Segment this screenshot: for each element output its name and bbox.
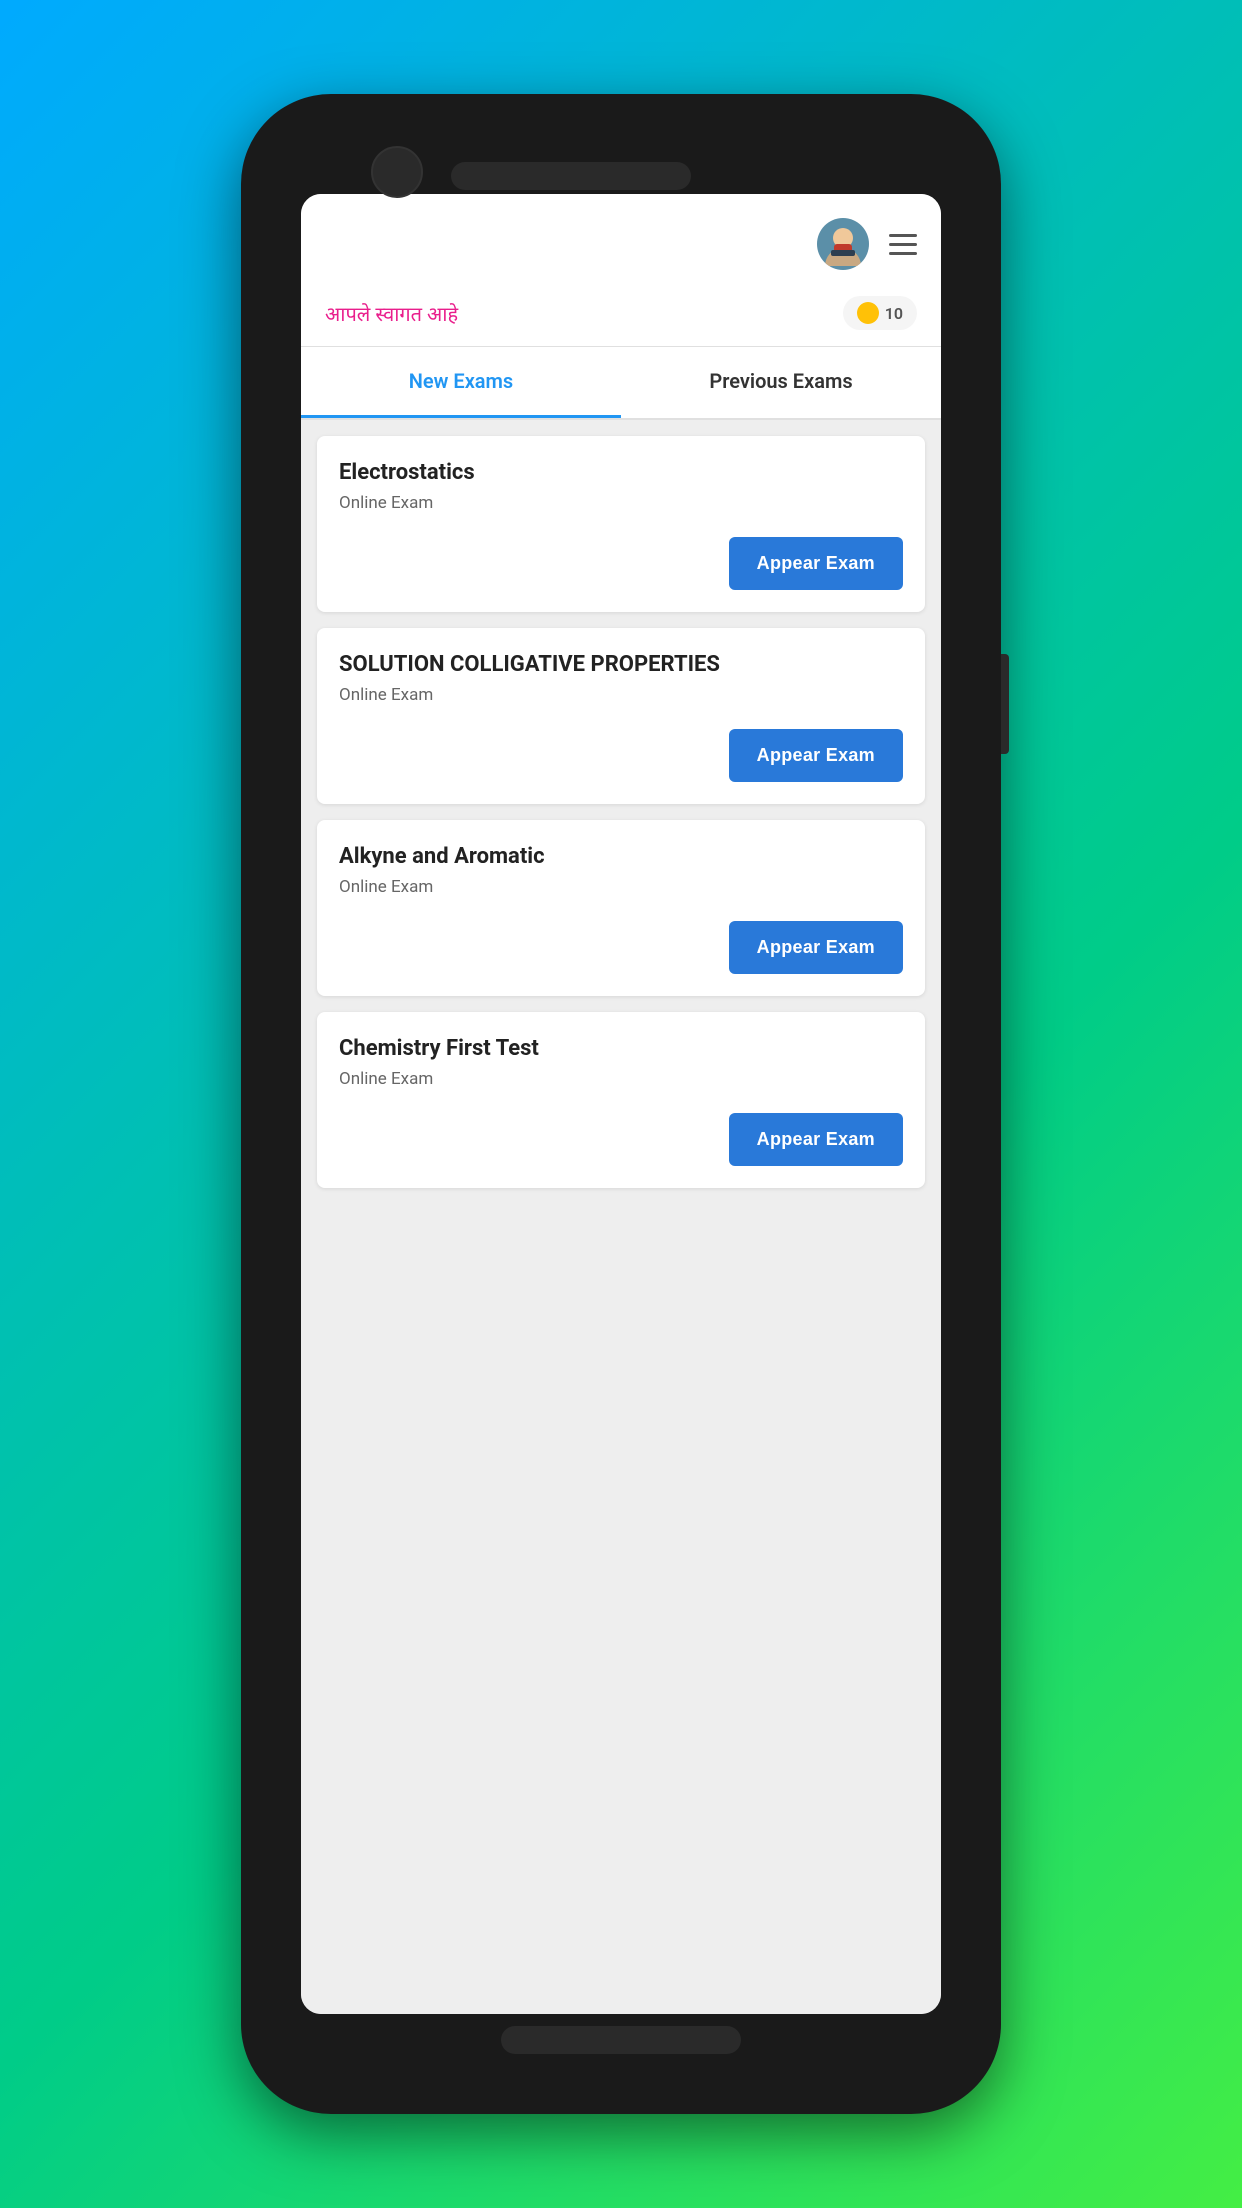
welcome-bar: आपले स्वागत आहे 10 [301,286,941,347]
phone-speaker [451,162,691,190]
tab-new-exams[interactable]: New Exams [301,347,621,418]
appear-exam-button-4[interactable]: Appear Exam [729,1113,903,1166]
exam-title-4: Chemistry First Test [339,1036,903,1061]
exam-card-3: Alkyne and Aromatic Online Exam Appear E… [317,820,925,996]
exam-card-2: SOLUTION COLLIGATIVE PROPERTIES Online E… [317,628,925,804]
coin-icon [857,302,879,324]
avatar[interactable] [817,218,869,270]
exam-card-1: Electrostatics Online Exam Appear Exam [317,436,925,612]
phone-bottom-button [501,2026,741,2054]
menu-icon[interactable] [889,234,917,255]
exams-list: Electrostatics Online Exam Appear Exam S… [301,420,941,2014]
appear-exam-button-3[interactable]: Appear Exam [729,921,903,974]
welcome-text: आपले स्वागत आहे [325,300,458,327]
exam-title-1: Electrostatics [339,460,903,485]
phone-screen: आपले स्वागत आहे 10 New Exams Previous Ex… [301,194,941,2014]
exam-type-2: Online Exam [339,685,903,705]
exam-type-1: Online Exam [339,493,903,513]
exam-type-3: Online Exam [339,877,903,897]
appear-exam-button-1[interactable]: Appear Exam [729,537,903,590]
exam-title-2: SOLUTION COLLIGATIVE PROPERTIES [339,652,903,677]
appear-exam-button-2[interactable]: Appear Exam [729,729,903,782]
tabs-container: New Exams Previous Exams [301,347,941,420]
exam-type-4: Online Exam [339,1069,903,1089]
coin-area: 10 [843,296,917,330]
header [301,194,941,286]
exam-card-4: Chemistry First Test Online Exam Appear … [317,1012,925,1188]
phone-frame: आपले स्वागत आहे 10 New Exams Previous Ex… [241,94,1001,2114]
tab-previous-exams[interactable]: Previous Exams [621,347,941,418]
phone-camera [371,146,423,198]
coin-count: 10 [885,304,903,323]
exam-title-3: Alkyne and Aromatic [339,844,903,869]
phone-side-button [1001,654,1009,754]
